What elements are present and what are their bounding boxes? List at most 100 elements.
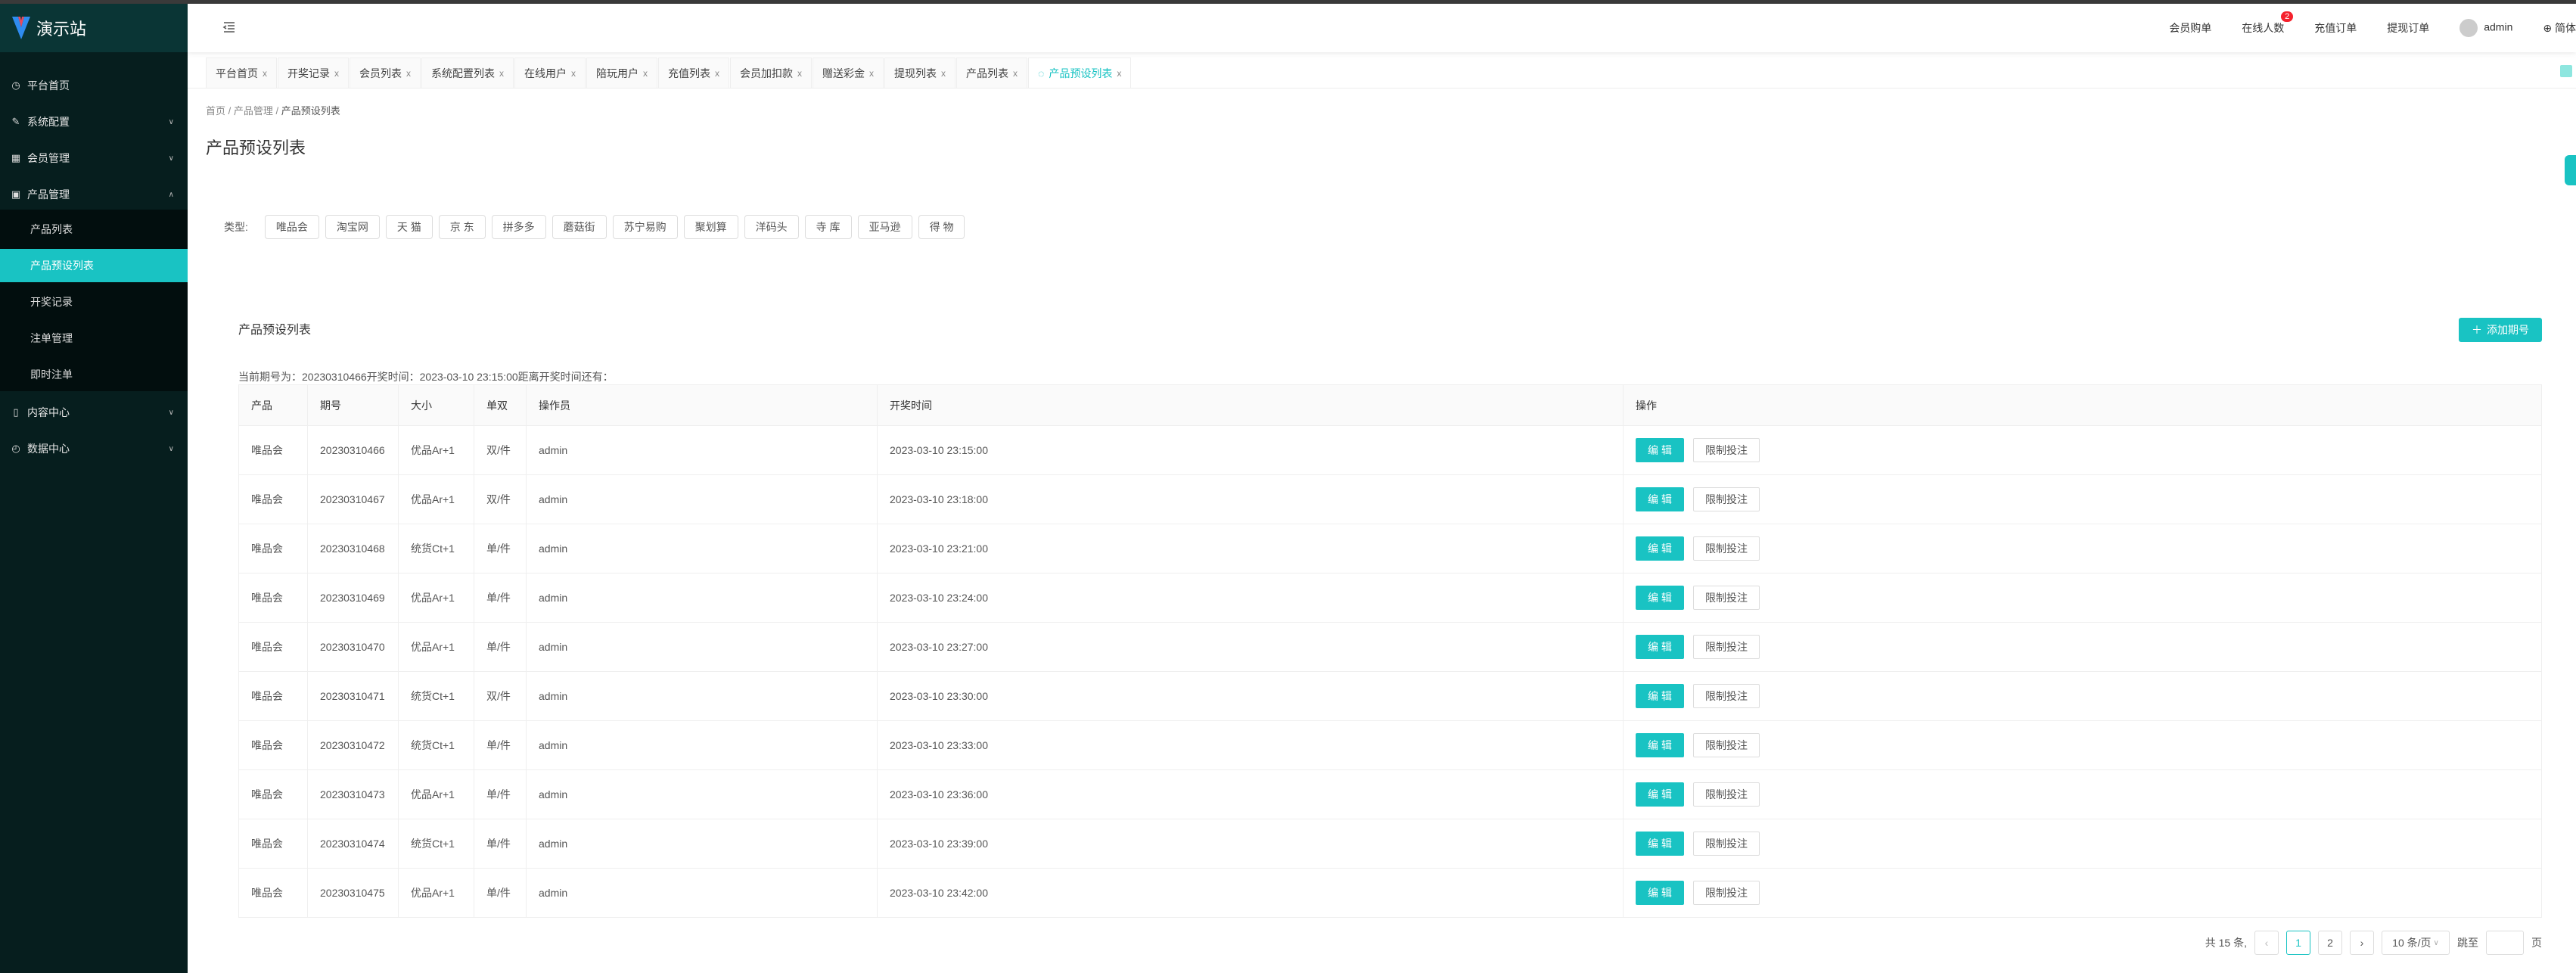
sidebar-item-0[interactable]: ◷ 平台首页	[0, 67, 188, 104]
limit-bet-button[interactable]: 限制投注	[1693, 832, 1760, 856]
edit-button[interactable]: 编 辑	[1636, 832, 1684, 856]
sidebar-item-label: 产品管理	[27, 188, 70, 201]
sidebar-subitem-3[interactable]: 注单管理	[0, 322, 188, 355]
edit-button[interactable]: 编 辑	[1636, 684, 1684, 708]
type-button-11[interactable]: 得 物	[918, 215, 965, 239]
sidebar-subitem-1[interactable]: 产品预设列表	[0, 249, 188, 282]
type-button-10[interactable]: 亚马逊	[857, 215, 912, 239]
sidebar-subitem-0[interactable]: 产品列表	[0, 213, 188, 246]
edit-button[interactable]: 编 辑	[1636, 487, 1684, 511]
breadcrumb-home[interactable]: 首页	[206, 105, 225, 117]
sidebar-item-5[interactable]: ◴ 数据中心 ∨	[0, 431, 188, 467]
edit-button[interactable]: 编 辑	[1636, 586, 1684, 610]
settings-drawer-toggle[interactable]	[2565, 155, 2576, 185]
page-size-select[interactable]: 10 条/页 ∨	[2382, 931, 2450, 955]
tab-4[interactable]: 在线用户 x	[514, 58, 586, 88]
close-icon[interactable]: x	[797, 68, 802, 79]
breadcrumb-product[interactable]: 产品管理	[234, 105, 273, 117]
page-1-button[interactable]: 1	[2286, 931, 2310, 955]
sidebar-item-1[interactable]: ✎ 系统配置 ∨	[0, 104, 188, 140]
table-cell: 20230310466	[307, 425, 399, 475]
tab-9[interactable]: 提现列表 x	[884, 58, 956, 88]
logo: 演示站	[0, 4, 188, 52]
user-menu[interactable]: admin	[2459, 19, 2512, 37]
limit-bet-button[interactable]: 限制投注	[1693, 536, 1760, 561]
limit-bet-button[interactable]: 限制投注	[1693, 684, 1760, 708]
jump-page-input[interactable]	[2486, 931, 2524, 955]
menu-fold-icon[interactable]	[222, 20, 236, 34]
sidebar-item-label: 系统配置	[27, 116, 70, 128]
type-button-7[interactable]: 聚划算	[683, 215, 738, 239]
table-cell: 2023-03-10 23:27:00	[877, 622, 1624, 672]
recharge-orders-link[interactable]: 充值订单	[2314, 20, 2357, 36]
limit-bet-button[interactable]: 限制投注	[1693, 487, 1760, 511]
edit-button[interactable]: 编 辑	[1636, 438, 1684, 462]
tab-8[interactable]: 赠送彩金 x	[813, 58, 884, 88]
type-button-8[interactable]: 洋码头	[744, 215, 799, 239]
table-cell: 单/件	[474, 868, 527, 918]
close-icon[interactable]: x	[643, 68, 648, 79]
limit-bet-button[interactable]: 限制投注	[1693, 635, 1760, 659]
type-button-3[interactable]: 京 东	[438, 215, 486, 239]
chevron-icon: ∨	[168, 154, 174, 163]
close-icon[interactable]: x	[571, 68, 576, 79]
table-cell: admin	[526, 819, 878, 869]
close-icon[interactable]: x	[406, 68, 411, 79]
close-icon[interactable]: x	[334, 68, 339, 79]
sidebar-item-4[interactable]: ▯ 内容中心 ∨	[0, 394, 188, 431]
tab-11[interactable]: ◌ 产品预设列表 x	[1028, 58, 1132, 88]
next-page-button[interactable]: ›	[2350, 931, 2374, 955]
sidebar-subitem-4[interactable]: 即时注单	[0, 358, 188, 391]
limit-bet-button[interactable]: 限制投注	[1693, 733, 1760, 757]
type-button-9[interactable]: 寺 库	[804, 215, 852, 239]
add-period-button[interactable]: ＋ 添加期号	[2459, 318, 2542, 342]
page-2-button[interactable]: 2	[2318, 931, 2342, 955]
chevron-down-icon: ∨	[2433, 938, 2439, 947]
tab-2[interactable]: 会员列表 x	[350, 58, 421, 88]
edit-button[interactable]: 编 辑	[1636, 733, 1684, 757]
sidebar-subitem-2[interactable]: 开奖记录	[0, 285, 188, 319]
limit-bet-button[interactable]: 限制投注	[1693, 438, 1760, 462]
tab-10[interactable]: 产品列表 x	[956, 58, 1027, 88]
close-icon[interactable]: x	[1013, 68, 1018, 79]
close-icon[interactable]: x	[715, 68, 719, 79]
sidebar-item-2[interactable]: ▦ 会员管理 ∨	[0, 140, 188, 176]
edit-button[interactable]: 编 辑	[1636, 782, 1684, 807]
close-icon[interactable]: x	[499, 68, 504, 79]
tab-7[interactable]: 会员加扣款 x	[730, 58, 812, 88]
withdraw-orders-link[interactable]: 提现订单	[2387, 20, 2429, 36]
table-cell: 统货Ct+1	[398, 524, 474, 574]
limit-bet-button[interactable]: 限制投注	[1693, 881, 1760, 905]
edit-button[interactable]: 编 辑	[1636, 635, 1684, 659]
tab-0[interactable]: 平台首页 x	[206, 58, 277, 88]
online-users-link[interactable]: 在线人数 2	[2242, 11, 2294, 36]
member-orders-link[interactable]: 会员购单	[2169, 20, 2211, 36]
tab-3[interactable]: 系统配置列表 x	[421, 58, 514, 88]
sidebar-item-3[interactable]: ▣ 产品管理 ∧	[0, 176, 188, 213]
limit-bet-button[interactable]: 限制投注	[1693, 782, 1760, 807]
close-icon[interactable]: x	[263, 68, 267, 79]
edit-button[interactable]: 编 辑	[1636, 536, 1684, 561]
close-icon[interactable]: x	[1117, 68, 1121, 79]
close-icon[interactable]: x	[941, 68, 946, 79]
table-cell: 20230310475	[307, 868, 399, 918]
type-button-1[interactable]: 淘宝网	[325, 215, 380, 239]
edit-button[interactable]: 编 辑	[1636, 881, 1684, 905]
tab-1[interactable]: 开奖记录 x	[278, 58, 349, 88]
type-button-2[interactable]: 天 猫	[385, 215, 433, 239]
language-switch[interactable]: ⊕ 简体	[2543, 20, 2576, 36]
column-header: 操作	[1623, 384, 2542, 426]
close-icon[interactable]: x	[869, 68, 874, 79]
type-button-5[interactable]: 蘑菇街	[552, 215, 607, 239]
tab-5[interactable]: 陪玩用户 x	[586, 58, 657, 88]
online-users-label: 在线人数	[2242, 22, 2285, 34]
type-button-6[interactable]: 苏宁易购	[612, 215, 678, 239]
globe-icon: ⊕	[2543, 22, 2553, 34]
limit-bet-button[interactable]: 限制投注	[1693, 586, 1760, 610]
tab-6[interactable]: 充值列表 x	[658, 58, 729, 88]
dashboard-icon: ◷	[11, 79, 20, 91]
type-button-4[interactable]: 拼多多	[491, 215, 546, 239]
lock-icon[interactable]	[2560, 65, 2572, 77]
type-button-0[interactable]: 唯品会	[264, 215, 319, 239]
prev-page-button[interactable]: ‹	[2254, 931, 2279, 955]
